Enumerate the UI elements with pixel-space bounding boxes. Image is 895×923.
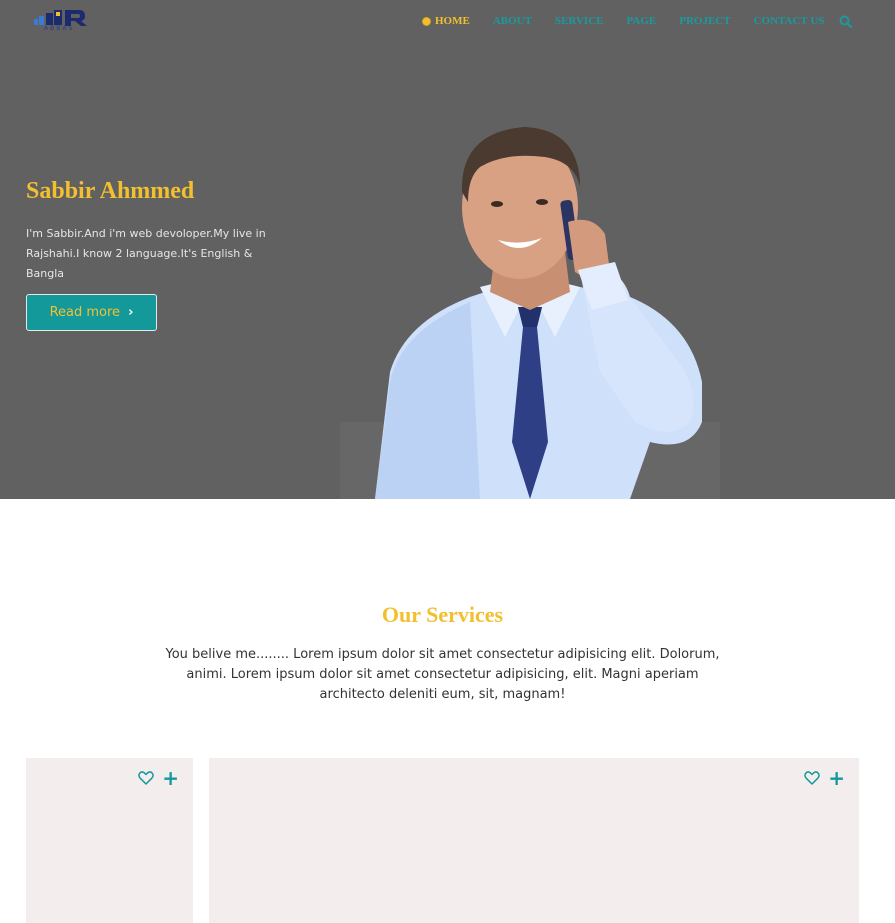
hero-section: ABBAS HOME ABOUT SERVICE PAGE PROJECT CO… — [0, 0, 895, 499]
nav-service[interactable]: SERVICE — [555, 15, 604, 27]
search-icon[interactable] — [839, 15, 853, 28]
nav-home[interactable]: HOME — [435, 15, 470, 27]
active-dot-icon — [422, 16, 431, 26]
services-description: You belive me........ Lorem ipsum dolor … — [165, 647, 720, 702]
chevron-right-icon: › — [128, 305, 134, 320]
plus-icon[interactable]: + — [162, 768, 179, 788]
nav-contact-us[interactable]: CONTACT US — [754, 15, 825, 27]
hero-title: Sabbir Ahmmed — [26, 178, 195, 204]
hero-description: I'm Sabbir.And i'm web devoloper.My live… — [26, 227, 266, 280]
logo-text: ABBAS — [44, 25, 75, 32]
heart-icon[interactable] — [138, 770, 155, 786]
nav-about[interactable]: ABOUT — [493, 15, 532, 27]
plus-icon[interactable]: + — [828, 768, 845, 788]
nav-project[interactable]: PROJECT — [679, 15, 730, 27]
service-card[interactable]: + — [26, 758, 193, 923]
card-actions: + — [138, 768, 179, 788]
read-more-button[interactable]: Read more › — [26, 294, 157, 331]
card-actions: + — [804, 768, 845, 788]
hero-person-image — [340, 127, 720, 499]
heart-icon[interactable] — [804, 770, 821, 786]
main-nav: HOME ABOUT SERVICE PAGE PROJECT CONTACT … — [422, 12, 853, 30]
nav-page[interactable]: PAGE — [627, 15, 657, 27]
site-logo[interactable]: ABBAS — [34, 7, 102, 35]
read-more-label: Read more — [49, 305, 121, 320]
services-title: Our Services — [381, 602, 504, 627]
service-card[interactable]: + — [209, 758, 859, 923]
